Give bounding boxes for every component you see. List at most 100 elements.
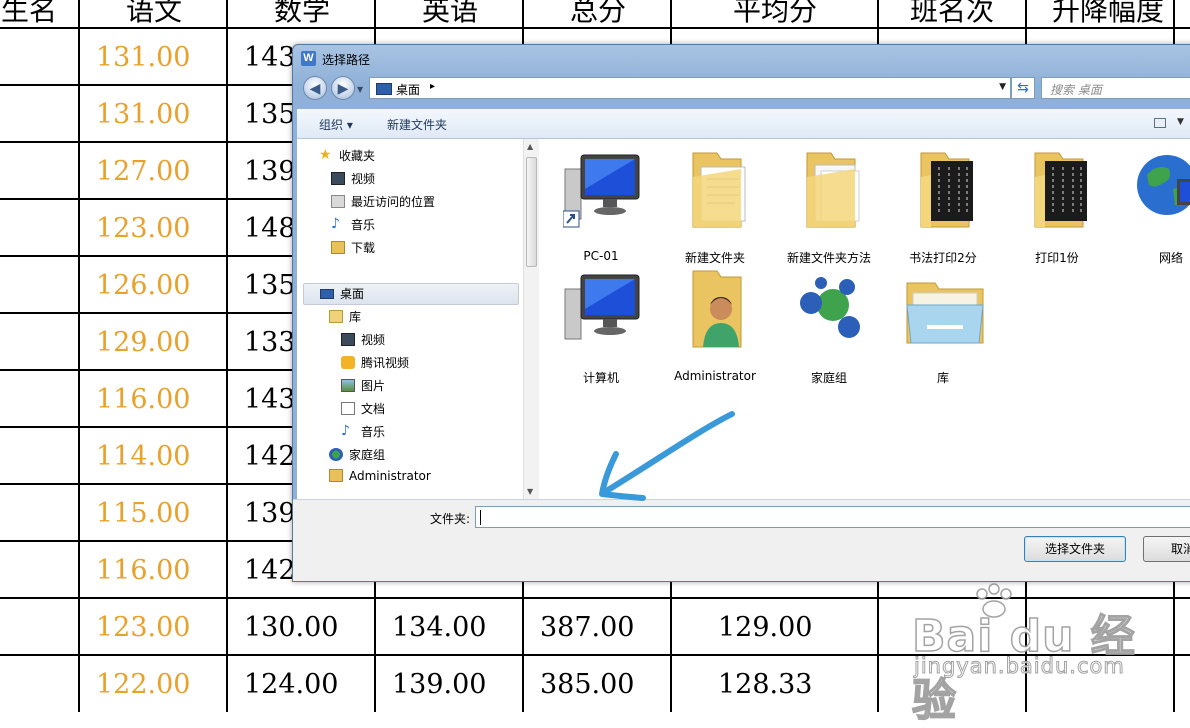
item-computer[interactable]: 计算机 — [545, 265, 657, 385]
cell-average[interactable]: 128.33 — [672, 656, 877, 700]
dialog-footer: 文件夹: 选择文件夹 取消 — [293, 499, 1190, 581]
new-folder-button[interactable]: 新建文件夹 — [387, 116, 447, 133]
file-list-pane: PC-01 新建文件夹 新建文件夹方法 书法打印2分 打印1份 网络 计算机 A… — [541, 139, 1190, 499]
nav-music[interactable]: ♪ 音乐 — [331, 216, 375, 236]
item-calligraphy-print[interactable]: 书法打印2分 — [887, 145, 999, 265]
item-homegroup[interactable]: 家庭组 — [773, 265, 885, 385]
item-pc-01[interactable]: PC-01 — [545, 145, 657, 263]
item-label: Administrator — [674, 369, 756, 383]
nav-favorites[interactable]: ★ 收藏夹 — [319, 147, 375, 167]
user-folder-icon — [329, 469, 343, 482]
item-label: 新建文件夹方法 — [786, 251, 871, 265]
item-label: 打印1份 — [1035, 251, 1079, 265]
item-new-folder[interactable]: 新建文件夹 — [659, 145, 771, 265]
nav-downloads[interactable]: 下载 — [331, 239, 375, 259]
cell-english[interactable]: 134.00 — [376, 599, 522, 643]
nav-video[interactable]: 视频 — [331, 170, 375, 190]
star-icon: ★ — [319, 147, 332, 163]
header-change: 升降幅度 — [1051, 0, 1164, 26]
text-caret — [480, 510, 481, 525]
item-new-folder-method[interactable]: 新建文件夹方法 — [773, 145, 885, 265]
cell-chinese[interactable]: 123.00 — [80, 599, 226, 643]
nav-label: 家庭组 — [349, 448, 386, 462]
downloads-icon — [331, 241, 345, 254]
cell-chinese[interactable]: 123.00 — [80, 200, 226, 244]
address-bar[interactable]: 桌面 ▸ ▼ — [369, 77, 1011, 99]
cell-total[interactable]: 385.00 — [524, 656, 670, 700]
dialog-titlebar[interactable]: W 选择路径 — [293, 45, 1190, 73]
item-label: 家庭组 — [810, 371, 847, 385]
header-class-rank: 班名次 — [909, 0, 994, 26]
cell-chinese[interactable]: 129.00 — [80, 314, 226, 358]
nav-label: 视频 — [361, 333, 386, 347]
cell-chinese[interactable]: 114.00 — [80, 428, 226, 472]
folder-icon — [692, 152, 746, 228]
nav-label: 文档 — [361, 402, 386, 416]
cell-chinese[interactable]: 126.00 — [80, 257, 226, 301]
nav-label: 腾讯视频 — [361, 356, 410, 370]
nav-library-music[interactable]: ♪ 音乐 — [341, 423, 385, 443]
scroll-down-icon[interactable]: ▼ — [527, 487, 533, 496]
breadcrumb-desktop[interactable]: 桌面 — [396, 81, 420, 98]
back-button[interactable]: ◀ — [303, 76, 327, 100]
cell-chinese[interactable]: 131.00 — [80, 29, 226, 73]
cell-english[interactable]: 139.00 — [376, 656, 522, 700]
computer-icon — [564, 274, 640, 340]
computer-icon — [563, 154, 640, 228]
navigation-pane: ★ 收藏夹 视频 最近访问的位置 ♪ 音乐 下载 桌面 库 视频 腾讯视频 图片… — [297, 139, 521, 499]
nav-desktop[interactable]: 桌面 — [303, 283, 519, 305]
breadcrumb-chevron-icon[interactable]: ▸ — [430, 81, 435, 92]
address-dropdown-icon[interactable]: ▼ — [999, 82, 1006, 92]
nav-label: 音乐 — [351, 218, 376, 232]
nav-label: 桌面 — [340, 287, 365, 301]
nav-recent-places[interactable]: 最近访问的位置 — [331, 193, 435, 213]
nav-documents[interactable]: 文档 — [341, 400, 385, 420]
recent-places-icon — [331, 195, 345, 208]
refresh-button[interactable]: ⇆ — [1011, 77, 1035, 99]
nav-administrator[interactable]: Administrator — [329, 469, 431, 489]
search-input[interactable]: 搜索 桌面 — [1041, 77, 1190, 99]
nav-label: 视频 — [351, 172, 376, 186]
view-dropdown-icon[interactable]: ▼ — [1177, 117, 1184, 127]
item-administrator[interactable]: Administrator — [659, 265, 771, 383]
cancel-button[interactable]: 取消 — [1143, 536, 1190, 562]
item-network[interactable]: 网络 — [1115, 145, 1190, 265]
folder-icon — [920, 152, 973, 228]
nav-library[interactable]: 库 — [329, 308, 361, 328]
cell-math[interactable]: 130.00 — [228, 599, 374, 643]
scrollbar-thumb[interactable] — [526, 157, 537, 267]
cell-chinese[interactable]: 116.00 — [80, 371, 226, 415]
item-label: 书法打印2分 — [909, 251, 977, 265]
view-options-icon[interactable] — [1154, 118, 1166, 128]
cell-chinese[interactable]: 122.00 — [80, 656, 226, 700]
item-library[interactable]: 库 — [887, 265, 999, 385]
music-note-icon: ♪ — [331, 216, 340, 232]
item-label: 库 — [936, 371, 949, 385]
item-print-1[interactable]: 打印1份 — [1001, 145, 1113, 265]
app-icon: W — [301, 51, 316, 66]
cell-average[interactable]: 129.00 — [672, 599, 877, 643]
nav-scrollbar[interactable]: ▲ ▼ — [523, 139, 539, 499]
cell-chinese[interactable]: 116.00 — [80, 542, 226, 586]
baidu-jingyan-watermark: Bai du 经验 jingyan.baidu.com — [911, 582, 1152, 727]
desktop-icon — [320, 288, 334, 299]
nav-tencent-video[interactable]: 腾讯视频 — [341, 354, 409, 374]
nav-library-video[interactable]: 视频 — [341, 331, 385, 351]
scroll-up-icon[interactable]: ▲ — [527, 142, 533, 151]
forward-button[interactable]: ▶ — [331, 76, 355, 100]
user-folder-icon — [692, 270, 742, 348]
document-icon — [341, 402, 355, 415]
cell-math[interactable]: 124.00 — [228, 656, 374, 700]
organize-menu[interactable]: 组织 ▾ — [319, 116, 353, 133]
cell-chinese[interactable]: 127.00 — [80, 143, 226, 187]
select-folder-button[interactable]: 选择文件夹 — [1024, 536, 1126, 562]
desktop-icon — [376, 83, 392, 95]
header-total: 总分 — [569, 0, 626, 26]
nav-homegroup[interactable]: 家庭组 — [329, 446, 385, 466]
folder-name-input[interactable] — [475, 506, 1190, 528]
recent-pages-dropdown-icon[interactable]: ▼ — [357, 85, 363, 94]
cell-chinese[interactable]: 131.00 — [80, 86, 226, 130]
cell-chinese[interactable]: 115.00 — [80, 485, 226, 529]
cell-total[interactable]: 387.00 — [524, 599, 670, 643]
nav-pictures[interactable]: 图片 — [341, 377, 385, 397]
